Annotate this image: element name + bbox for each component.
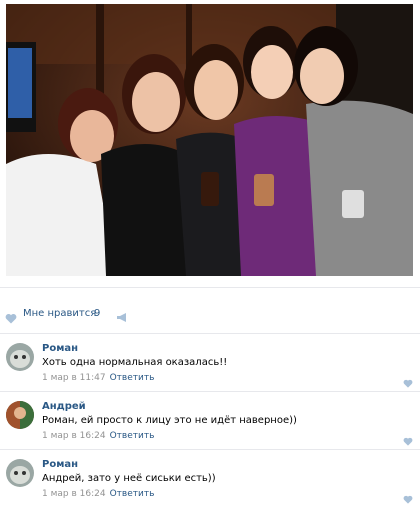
avatar[interactable]: [6, 343, 34, 371]
heart-icon[interactable]: [403, 431, 413, 450]
comment-author[interactable]: Роман: [42, 459, 78, 470]
like-label[interactable]: Мне нравится: [23, 308, 96, 319]
heart-icon[interactable]: [5, 309, 17, 328]
comment-meta: 1 мар в 16:24 Ответить: [42, 431, 154, 441]
divider: [0, 287, 420, 288]
like-count[interactable]: 9: [94, 308, 100, 319]
avatar[interactable]: [6, 401, 34, 429]
comment-item: Роман Хоть одна нормальная оказалась!! 1…: [0, 333, 420, 391]
megaphone-icon[interactable]: [116, 308, 128, 327]
comment-meta: 1 мар в 11:47 Ответить: [42, 373, 154, 383]
comment-date[interactable]: 1 мар в 16:24: [42, 489, 106, 499]
comment-text: Роман, ей просто к лицу это не идёт наве…: [42, 415, 297, 426]
reply-link[interactable]: Ответить: [110, 373, 155, 383]
post-photo[interactable]: [6, 4, 413, 276]
avatar[interactable]: [6, 459, 34, 487]
comment-date[interactable]: 1 мар в 16:24: [42, 431, 106, 441]
comment-author[interactable]: Андрей: [42, 401, 86, 412]
reply-link[interactable]: Ответить: [110, 431, 155, 441]
comment-author[interactable]: Роман: [42, 343, 78, 354]
heart-icon[interactable]: [403, 373, 413, 392]
comment-item: Андрей Роман, ей просто к лицу это не ид…: [0, 391, 420, 449]
comment-date[interactable]: 1 мар в 11:47: [42, 373, 106, 383]
comment-text: Андрей, зато у неё сиськи есть)): [42, 473, 216, 484]
comment-meta: 1 мар в 16:24 Ответить: [42, 489, 154, 499]
comment-text: Хоть одна нормальная оказалась!!: [42, 357, 228, 368]
reply-link[interactable]: Ответить: [110, 489, 155, 499]
comment-item: Роман Андрей, зато у неё сиськи есть)) 1…: [0, 449, 420, 507]
group-photo-image: [6, 4, 413, 276]
heart-icon[interactable]: [403, 489, 413, 508]
